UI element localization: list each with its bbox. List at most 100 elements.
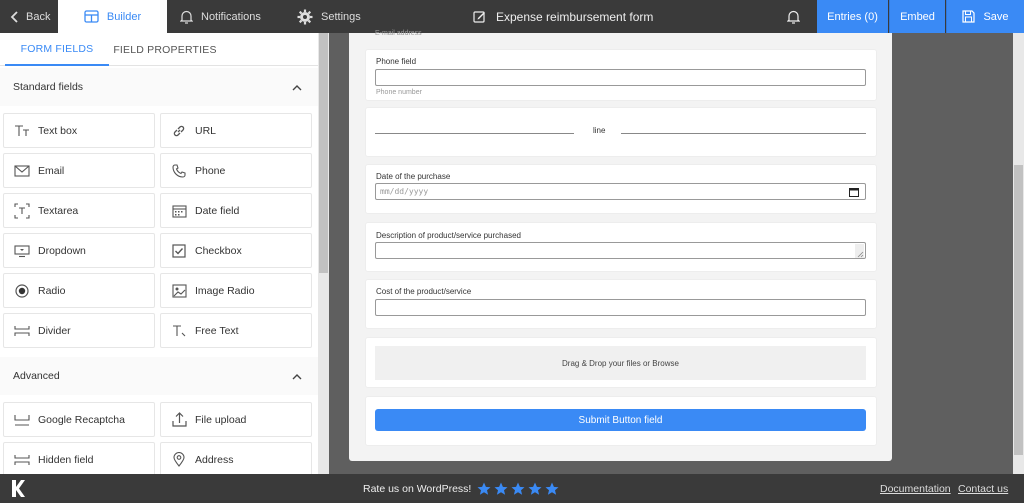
field-label: Google Recaptcha xyxy=(38,413,125,426)
field-checkbox[interactable]: Checkbox xyxy=(160,233,312,268)
field-label: Image Radio xyxy=(195,284,255,297)
field-radio[interactable]: Radio xyxy=(3,273,155,308)
back-label: Back xyxy=(26,10,51,23)
form-canvas: E-mail address Phone field Phone number … xyxy=(329,30,1013,474)
resize-handle-icon[interactable] xyxy=(855,244,864,258)
field-label: Date field xyxy=(195,204,240,217)
dropdown-icon xyxy=(14,243,30,259)
file-dropzone[interactable]: Drag & Drop your files or Browse xyxy=(375,346,866,380)
field-hidden[interactable]: Hidden field xyxy=(3,442,155,474)
tab-settings[interactable]: Settings xyxy=(297,0,361,33)
form-row-phone[interactable]: Phone field Phone number xyxy=(365,49,877,101)
date-input[interactable]: mm/dd/yyyy xyxy=(375,183,866,200)
form-row-divider[interactable]: line xyxy=(365,107,877,157)
calendar-icon xyxy=(171,203,187,219)
field-date[interactable]: Date field xyxy=(160,193,312,228)
star-icon[interactable] xyxy=(477,482,491,496)
notifications-bell[interactable] xyxy=(787,0,800,33)
field-free-text[interactable]: Free Text xyxy=(160,313,312,348)
top-bar: Back Builder Notifications Settings Expe… xyxy=(0,0,1024,33)
field-url[interactable]: URL xyxy=(160,113,312,148)
field-email[interactable]: Email xyxy=(3,153,155,188)
date-label: Date of the purchase xyxy=(376,172,451,181)
recaptcha-icon xyxy=(14,412,30,428)
save-button[interactable]: Save xyxy=(946,0,1024,33)
field-label: URL xyxy=(195,124,217,137)
canvas-scrollbar[interactable] xyxy=(1013,33,1024,474)
image-radio-icon xyxy=(171,283,187,299)
panel-scrollbar[interactable] xyxy=(318,33,329,474)
phone-input[interactable] xyxy=(375,69,866,86)
tab-builder-label: Builder xyxy=(106,10,142,23)
star-icon[interactable] xyxy=(494,482,508,496)
field-label: Email xyxy=(38,164,65,177)
form-row-file-upload[interactable]: Drag & Drop your files or Browse xyxy=(365,337,877,388)
canvas-scrollbar-thumb[interactable] xyxy=(1014,165,1023,455)
section-advanced-title: Advanced xyxy=(13,370,60,382)
phone-hint: Phone number xyxy=(376,89,422,96)
chevron-up-icon xyxy=(292,373,302,379)
form-row-date[interactable]: Date of the purchase mm/dd/yyyy xyxy=(365,164,877,214)
panel-scrollbar-thumb[interactable] xyxy=(319,33,328,273)
field-label: Radio xyxy=(38,284,66,297)
embed-button[interactable]: Embed xyxy=(889,0,945,33)
gear-icon xyxy=(297,9,313,24)
field-file-upload[interactable]: File upload xyxy=(160,402,312,437)
submit-button[interactable]: Submit Button field xyxy=(375,409,866,431)
field-label: Address xyxy=(195,453,234,466)
divider-line-right xyxy=(621,133,866,134)
cost-input[interactable] xyxy=(375,299,866,316)
field-label: Dropdown xyxy=(38,244,86,257)
checkbox-icon xyxy=(171,243,187,259)
radio-icon xyxy=(14,283,30,299)
tab-field-properties[interactable]: FIELD PROPERTIES xyxy=(110,33,220,66)
documentation-link[interactable]: Documentation xyxy=(880,474,951,503)
field-text-box[interactable]: Text box xyxy=(3,113,155,148)
footer: Rate us on WordPress! Documentation Cont… xyxy=(0,474,1024,503)
form-row-cost[interactable]: Cost of the product/service xyxy=(365,279,877,329)
text-box-icon xyxy=(14,123,30,139)
tab-notifications[interactable]: Notifications xyxy=(180,0,261,33)
contact-us-link[interactable]: Contact us xyxy=(958,474,1008,503)
star-icon[interactable] xyxy=(511,482,525,496)
star-icon[interactable] xyxy=(528,482,542,496)
back-button[interactable]: Back xyxy=(0,0,58,33)
calendar-icon[interactable] xyxy=(849,187,859,197)
rating-stars[interactable] xyxy=(477,482,559,496)
field-label: Hidden field xyxy=(38,453,94,466)
field-image-radio[interactable]: Image Radio xyxy=(160,273,312,308)
location-pin-icon xyxy=(171,452,187,468)
hidden-field-icon xyxy=(14,452,30,468)
form-title-text: Expense reimbursement form xyxy=(496,9,654,24)
entries-label: Entries (0) xyxy=(827,10,878,23)
builder-icon xyxy=(84,10,99,23)
divider-icon xyxy=(14,323,30,339)
field-label: Checkbox xyxy=(195,244,242,257)
free-text-icon xyxy=(171,323,187,339)
description-textarea[interactable] xyxy=(375,242,866,259)
section-advanced[interactable]: Advanced xyxy=(0,357,318,395)
rate-us[interactable]: Rate us on WordPress! xyxy=(363,474,559,503)
field-textarea[interactable]: Textarea xyxy=(3,193,155,228)
field-phone[interactable]: Phone xyxy=(160,153,312,188)
tab-settings-label: Settings xyxy=(321,10,361,23)
form-title[interactable]: Expense reimbursement form xyxy=(473,0,653,33)
section-standard-fields[interactable]: Standard fields xyxy=(0,68,318,106)
field-label: File upload xyxy=(195,413,247,426)
entries-button[interactable]: Entries (0) xyxy=(817,0,888,33)
form-row-submit[interactable]: Submit Button field xyxy=(365,396,877,446)
divider-text: line xyxy=(593,126,606,135)
field-divider[interactable]: Divider xyxy=(3,313,155,348)
phone-icon xyxy=(171,163,187,179)
tab-builder[interactable]: Builder xyxy=(58,0,167,33)
field-label: Free Text xyxy=(195,324,239,337)
date-placeholder: mm/dd/yyyy xyxy=(380,187,429,196)
tab-form-fields[interactable]: FORM FIELDS xyxy=(5,33,109,66)
field-google-recaptcha[interactable]: Google Recaptcha xyxy=(3,402,155,437)
rate-label: Rate us on WordPress! xyxy=(363,482,472,495)
form-row-description[interactable]: Description of product/service purchased xyxy=(365,222,877,272)
field-address[interactable]: Address xyxy=(160,442,312,474)
star-icon[interactable] xyxy=(545,482,559,496)
field-dropdown[interactable]: Dropdown xyxy=(3,233,155,268)
field-label: Textarea xyxy=(38,204,79,217)
